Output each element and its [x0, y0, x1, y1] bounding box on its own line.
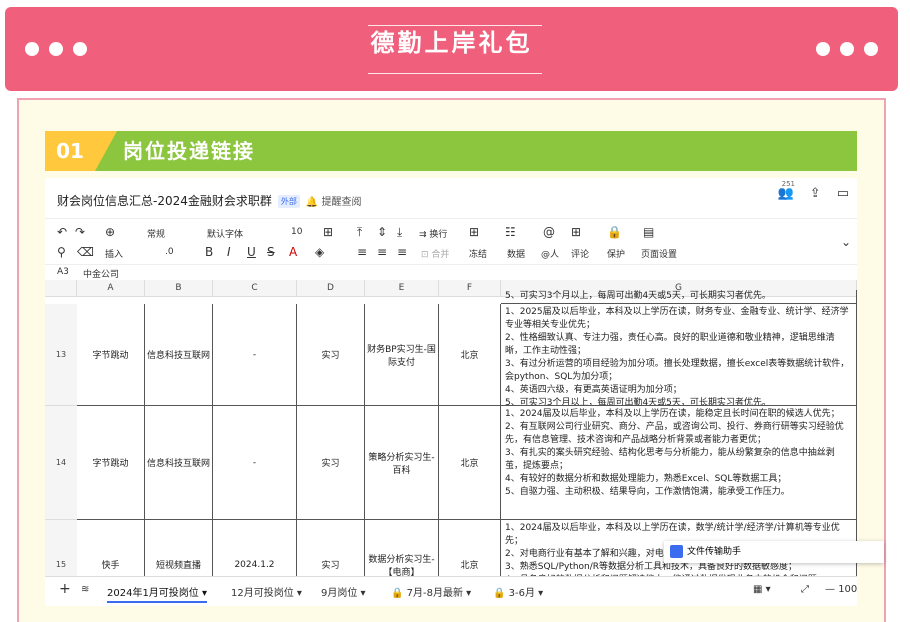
row-header[interactable]: 13: [45, 304, 77, 406]
section-number: 01: [45, 131, 95, 171]
column-header[interactable]: F: [439, 280, 501, 297]
decimal-button[interactable]: .0: [165, 247, 174, 257]
table-cell[interactable]: 1、2025届及以后毕业，本科及以上学历在读，财务专业、金融专业、统计学、经济学…: [501, 304, 857, 406]
sheet-list-icon[interactable]: ≋: [81, 584, 89, 595]
table-cell[interactable]: 1、2024届及以后毕业，本科及以上学历在读，能稳定且长时间在职的候选人优先； …: [501, 406, 857, 520]
format-painter-icon[interactable]: ⚲: [57, 245, 66, 259]
zoom-label[interactable]: — 100%: [825, 584, 857, 595]
share-icon[interactable]: ⇪: [810, 186, 821, 201]
column-header[interactable]: B: [145, 280, 213, 297]
page-setup-button[interactable]: 页面设置: [641, 247, 677, 260]
align-middle-icon[interactable]: ⇕: [377, 225, 387, 239]
data-icon[interactable]: ☷: [505, 225, 516, 239]
mention-button[interactable]: @人: [541, 247, 559, 260]
cell-ref: A3: [57, 267, 69, 277]
strikethrough-button[interactable]: S: [267, 245, 275, 259]
wrap-button[interactable]: ⇉ 换行: [419, 227, 447, 240]
insert-button[interactable]: 插入: [105, 247, 123, 260]
dots-right: [816, 42, 878, 56]
bold-button[interactable]: B: [205, 245, 213, 259]
sheet-tabs: + ≋ 2024年1月可投岗位 ▾ 12月可投岗位 ▾ 9月岗位 ▾ 🔒 7月-…: [45, 576, 857, 606]
tab-sep[interactable]: 9月岗位 ▾: [321, 584, 366, 599]
font-color-button[interactable]: A: [289, 245, 297, 259]
table-cell[interactable]: -: [213, 406, 297, 520]
italic-button[interactable]: I: [227, 245, 231, 259]
tab-jul-aug[interactable]: 🔒 7月-8月最新 ▾: [391, 584, 471, 599]
section-title: 岗位投递链接: [123, 139, 255, 163]
table-cell[interactable]: 实习: [297, 406, 365, 520]
file-transfer-icon: [670, 545, 683, 558]
fullscreen-icon[interactable]: ⤢: [801, 584, 809, 595]
view-icon[interactable]: ▦ ▾: [753, 584, 771, 595]
banner-title: 德勤上岸礼包: [5, 23, 898, 74]
fill-color-icon[interactable]: ◈: [315, 245, 324, 259]
column-header[interactable]: C: [213, 280, 297, 297]
number-format-select[interactable]: 常规: [147, 227, 165, 240]
column-header[interactable]: D: [297, 280, 365, 297]
table-cell[interactable]: 财务BP实习生-国际支付: [365, 304, 439, 406]
comment-icon[interactable]: ▭: [837, 186, 849, 201]
file-transfer-popup[interactable]: 文件传输助手: [664, 541, 884, 563]
align-top-icon[interactable]: ⤒: [357, 225, 362, 240]
tab-dec[interactable]: 12月可投岗位 ▾: [231, 584, 302, 599]
select-all-corner[interactable]: [45, 280, 77, 297]
table-cell[interactable]: 字节跳动: [77, 406, 145, 520]
page-setup-icon[interactable]: ▤: [643, 225, 654, 239]
formula-bar: A3 中金公司: [45, 264, 857, 280]
doc-title: 财会岗位信息汇总-2024金融财会求职群 外部 🔔 提醒查阅: [57, 194, 362, 208]
header-banner: 德勤上岸礼包: [5, 7, 898, 91]
table-cell[interactable]: 信息科技互联网: [145, 304, 213, 406]
table-cell[interactable]: 字节跳动: [77, 304, 145, 406]
column-header[interactable]: E: [365, 280, 439, 297]
collapse-icon[interactable]: ⌄: [841, 235, 851, 249]
align-bottom-icon[interactable]: ⤓: [397, 225, 402, 240]
table-cell[interactable]: 策略分析实习生-百科: [365, 406, 439, 520]
formula-input[interactable]: 中金公司: [83, 267, 119, 280]
column-header[interactable]: A: [77, 280, 145, 297]
comment-add-icon[interactable]: ⊞: [571, 225, 581, 239]
sheet-grid: A B C D E F G 5、可实习3个月以上，每周可出勤4天或5天，可长期实习者优先。 13…: [45, 280, 857, 606]
tab-mar-jun[interactable]: 🔒 3-6月 ▾: [493, 584, 543, 599]
row-header[interactable]: 14: [45, 406, 77, 520]
top-icons: 👥 251 ⇪ ▭: [778, 180, 849, 201]
font-select[interactable]: 默认字体: [207, 227, 243, 240]
table-cell[interactable]: 北京: [439, 304, 501, 406]
underline-button[interactable]: U: [247, 245, 256, 259]
partial-row[interactable]: 5、可实习3个月以上，每周可出勤4天或5天，可长期实习者优先。: [501, 290, 857, 304]
border-icon[interactable]: ⊞: [323, 225, 333, 239]
section-header: 01 岗位投递链接: [45, 131, 857, 171]
external-tag: 外部: [277, 195, 300, 208]
font-size-select[interactable]: 10: [291, 227, 302, 237]
eraser-icon[interactable]: ⌫: [77, 245, 94, 259]
comment-button[interactable]: 评论: [571, 247, 589, 260]
table-cell[interactable]: 北京: [439, 406, 501, 520]
table-cell[interactable]: 实习: [297, 304, 365, 406]
redo-icon[interactable]: ↷: [75, 225, 85, 239]
undo-icon[interactable]: ↶: [57, 225, 67, 239]
remind-link[interactable]: 🔔 提醒查阅: [306, 197, 362, 208]
collaborators-icon[interactable]: 👥 251: [778, 180, 795, 201]
table-cell[interactable]: -: [213, 304, 297, 406]
protect-button[interactable]: 保护: [607, 247, 625, 260]
merge-button[interactable]: ⊡ 合并: [421, 247, 449, 260]
data-button[interactable]: 数据: [507, 247, 525, 260]
lock-icon[interactable]: 🔒: [607, 225, 622, 239]
mention-icon[interactable]: @: [543, 225, 555, 239]
align-center-icon[interactable]: ≡: [377, 245, 387, 259]
align-right-icon[interactable]: ≡: [397, 245, 407, 259]
toolbar: ↶ ↷ ⚲ ⌫ ⊕ 插入 常规 .0 默认字体 10 B I U S A ◈ ⊞…: [45, 218, 857, 266]
add-sheet-icon[interactable]: +: [59, 581, 71, 597]
table-cell[interactable]: 信息科技互联网: [145, 406, 213, 520]
freeze-icon[interactable]: ⊞: [469, 225, 479, 239]
insert-icon[interactable]: ⊕: [105, 225, 115, 239]
align-left-icon[interactable]: ≡: [357, 245, 367, 259]
tab-jan[interactable]: 2024年1月可投岗位 ▾: [107, 584, 208, 603]
freeze-button[interactable]: 冻结: [469, 247, 487, 260]
